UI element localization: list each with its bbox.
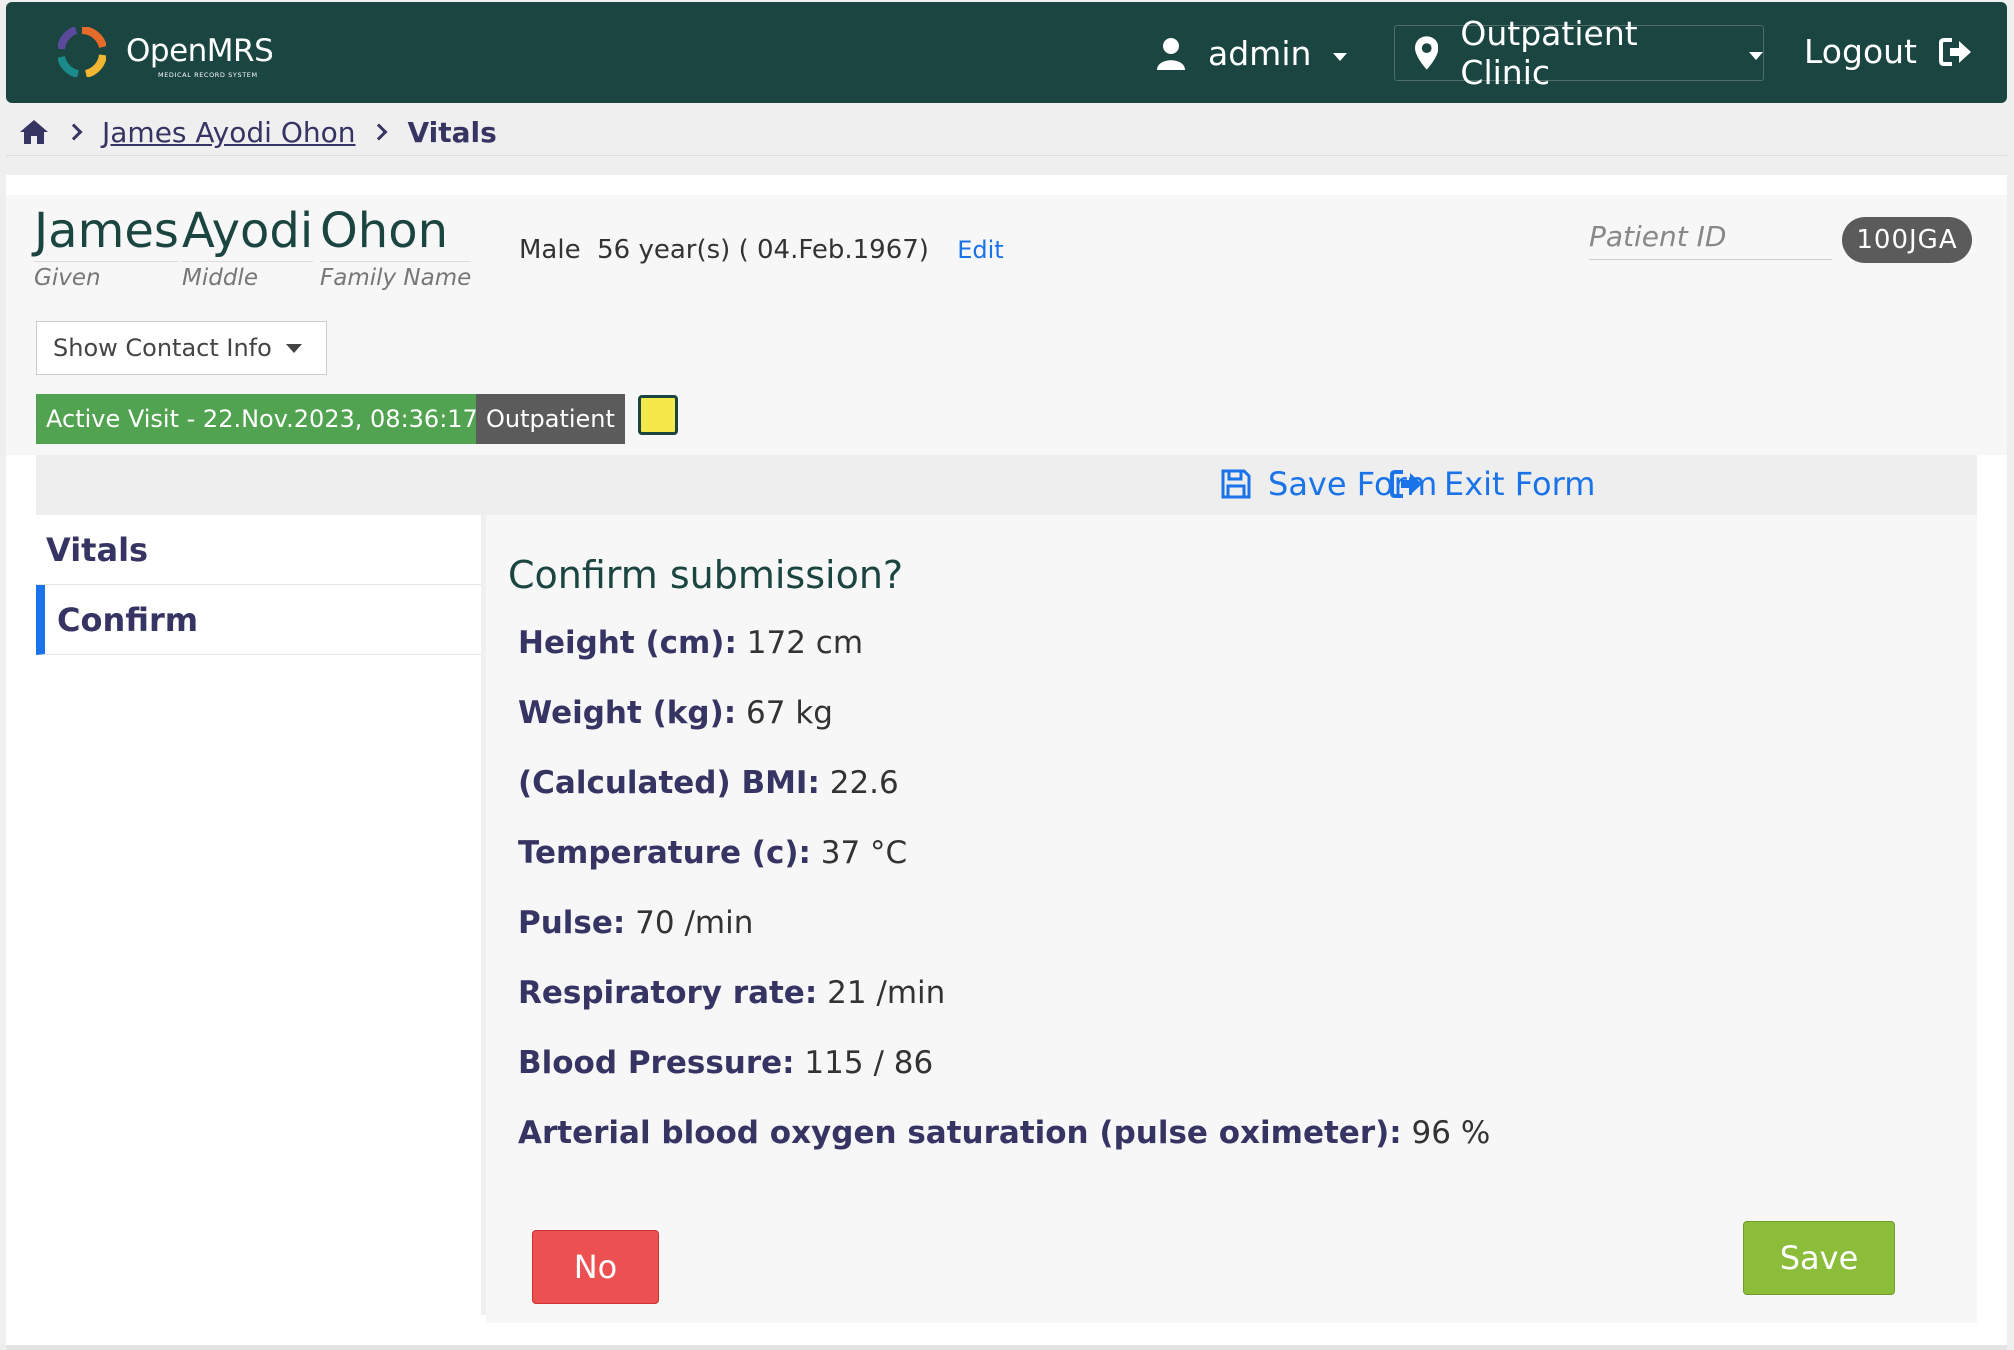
patient-family-name: Ohon Family Name [320, 203, 472, 291]
openmrs-logo-icon [58, 27, 106, 77]
divider [6, 155, 2007, 156]
user-name: admin [1208, 34, 1312, 73]
summary-fields: Height (cm): 172 cm Weight (kg): 67 kg (… [518, 625, 1490, 1185]
field-label: (Calculated) BMI: [518, 765, 820, 801]
field-label: Pulse: [518, 905, 626, 941]
patient-gender: Male [519, 235, 581, 265]
show-contact-info-button[interactable]: Show Contact Info [36, 321, 327, 375]
field-value: 22.6 [829, 765, 899, 801]
patient-middle-name: Ayodi Middle [182, 203, 314, 291]
edit-patient-link[interactable]: Edit [957, 236, 1003, 264]
chevron-down-icon [1749, 52, 1763, 60]
location-selector[interactable]: Outpatient Clinic [1394, 14, 1764, 92]
field-value: 172 cm [746, 625, 864, 661]
breadcrumb: James Ayodi Ohon Vitals [18, 112, 497, 152]
home-icon[interactable] [18, 118, 50, 146]
logo-subtext: MEDICAL RECORD SYSTEM [158, 71, 258, 79]
field-label: Arterial blood oxygen saturation (pulse … [518, 1115, 1402, 1151]
chevron-down-icon [1333, 52, 1348, 61]
logout-label: Logout [1804, 32, 1917, 71]
visit-type-badge: Outpatient [476, 394, 625, 444]
middle-name-text: Ayodi [182, 203, 314, 259]
exit-form-link[interactable]: Exit Form [1390, 465, 1595, 503]
field-label: Temperature (c): [518, 835, 811, 871]
field-value: 37 °C [820, 835, 908, 871]
no-button[interactable]: No [532, 1230, 659, 1304]
field-label: Weight (kg): [518, 695, 737, 731]
user-icon [1157, 37, 1185, 70]
field-weight: Weight (kg): 67 kg [518, 695, 1490, 765]
active-visit-badge[interactable]: Active Visit - 22.Nov.2023, 08:36:17 [36, 394, 488, 444]
save-button[interactable]: Save [1743, 1221, 1895, 1295]
field-value: 96 % [1411, 1115, 1491, 1151]
sticky-note-icon[interactable] [638, 395, 678, 435]
patient-id-badge: 100JGA [1842, 217, 1972, 263]
field-pulse: Pulse: 70 /min [518, 905, 1490, 975]
step-vitals[interactable]: Vitals [36, 515, 481, 585]
family-name-label: Family Name [320, 261, 472, 291]
sign-out-icon [1939, 37, 1971, 66]
user-menu[interactable]: admin [1156, 34, 1348, 73]
patient-header: James Given Ayodi Middle Ohon Family Nam… [6, 195, 2007, 455]
field-value: 115 / 86 [804, 1045, 934, 1081]
middle-name-label: Middle [182, 261, 314, 291]
field-blood-pressure: Blood Pressure: 115 / 86 [518, 1045, 1490, 1115]
patient-age: 56 year(s) ( 04.Feb.1967) [597, 235, 929, 265]
confirm-title: Confirm submission? [508, 553, 904, 597]
openmrs-logo[interactable]: OpenMRS MEDICAL RECORD SYSTEM [58, 27, 288, 83]
save-icon [1221, 469, 1251, 499]
chevron-right-icon [65, 123, 83, 141]
confirm-section: Confirm submission? Height (cm): 172 cm … [486, 515, 1977, 1323]
field-temperature: Temperature (c): 37 °C [518, 835, 1490, 905]
field-label: Height (cm): [518, 625, 737, 661]
contact-button-label: Show Contact Info [53, 334, 272, 362]
field-value: 70 /min [635, 905, 754, 941]
form-steps-nav: Vitals Confirm [36, 515, 486, 1315]
field-height: Height (cm): 172 cm [518, 625, 1490, 695]
field-bmi: (Calculated) BMI: 22.6 [518, 765, 1490, 835]
chevron-right-icon [370, 123, 388, 141]
top-navigation-bar: OpenMRS MEDICAL RECORD SYSTEM admin Outp… [6, 2, 2007, 103]
exit-form-label: Exit Form [1444, 465, 1596, 503]
map-marker-icon [1415, 36, 1439, 70]
patient-id-label: Patient ID [1589, 220, 1832, 260]
patient-given-name: James Given [34, 203, 179, 291]
form-actions-bar: Save Form Exit Form [36, 455, 1977, 515]
given-name-label: Given [34, 261, 179, 291]
location-name: Outpatient Clinic [1460, 14, 1638, 92]
family-name-text: Ohon [320, 203, 448, 259]
content-panel: James Given Ayodi Middle Ohon Family Nam… [6, 175, 2007, 1345]
divider [6, 1345, 2007, 1350]
patient-demographics: Male 56 year(s) ( 04.Feb.1967) Edit [519, 235, 1004, 265]
step-confirm[interactable]: Confirm [36, 585, 481, 655]
field-value: 67 kg [746, 695, 833, 731]
field-oxygen-saturation: Arterial blood oxygen saturation (pulse … [518, 1115, 1490, 1185]
breadcrumb-patient-link[interactable]: James Ayodi Ohon [102, 116, 355, 149]
caret-down-icon [285, 343, 302, 353]
logo-text: OpenMRS [126, 33, 274, 69]
logout-link[interactable]: Logout [1804, 32, 1973, 71]
breadcrumb-current: Vitals [407, 115, 497, 149]
field-respiratory-rate: Respiratory rate: 21 /min [518, 975, 1490, 1045]
field-label: Respiratory rate: [518, 975, 818, 1011]
field-value: 21 /min [827, 975, 946, 1011]
given-name-text: James [34, 203, 179, 259]
field-label: Blood Pressure: [518, 1045, 795, 1081]
sign-out-icon [1390, 470, 1422, 498]
